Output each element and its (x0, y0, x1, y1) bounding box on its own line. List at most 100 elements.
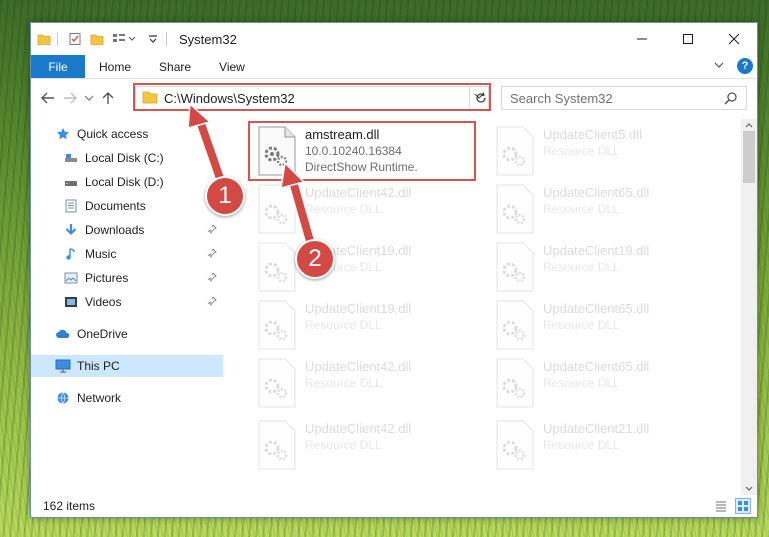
file-item[interactable]: UpdateClient21.dll Resource DLL (485, 417, 715, 473)
pin-icon[interactable] (207, 224, 217, 237)
sidebar-item-local-disk-c[interactable]: Local Disk (C:) (31, 147, 223, 169)
properties-icon[interactable] (66, 30, 84, 48)
navigation-pane: Quick access Local Disk (C:) Local Disk … (31, 119, 227, 489)
sidebar-item-pictures[interactable]: Pictures (31, 267, 223, 289)
status-bar: 162 items (31, 495, 757, 517)
sidebar-item-network[interactable]: Network (31, 387, 223, 409)
window-controls (619, 23, 757, 55)
sidebar-item-local-disk-d[interactable]: Local Disk (D:) (31, 171, 223, 193)
quick-access-dropdown-icon[interactable] (144, 30, 162, 48)
documents-icon (63, 198, 79, 214)
tab-share[interactable]: Share (145, 55, 205, 78)
forward-button[interactable] (59, 87, 81, 109)
file-name: UpdateClient42.dll (305, 359, 412, 374)
tab-file[interactable]: File (31, 55, 85, 78)
sidebar-item-this-pc[interactable]: This PC (31, 355, 223, 377)
dll-file-icon (258, 300, 296, 350)
dll-file-icon (496, 420, 534, 470)
network-icon (55, 390, 71, 406)
vertical-scrollbar[interactable] (741, 119, 757, 495)
file-name: UpdateClient5.dll (543, 127, 643, 142)
file-item[interactable]: UpdateClient65.dll Resource DLL (485, 297, 715, 353)
file-item[interactable]: UpdateClient65.dll Resource DLL (485, 355, 715, 411)
ribbon-right-controls: ? (713, 58, 753, 74)
tab-view[interactable]: View (205, 55, 259, 78)
music-icon (63, 246, 79, 262)
close-button[interactable] (711, 23, 757, 55)
star-icon (55, 126, 71, 142)
highlight-box-file (248, 121, 476, 181)
file-description: Resource DLL (543, 376, 620, 390)
file-description: Resource DLL (543, 144, 620, 158)
search-input[interactable] (510, 87, 720, 109)
window-title: System32 (179, 31, 237, 47)
sidebar-item-music[interactable]: Music (31, 243, 223, 265)
scroll-down-icon[interactable] (741, 483, 757, 495)
customize-toolbar-icon[interactable] (110, 30, 140, 48)
file-item[interactable]: UpdateClient5.dll Resource DLL (485, 123, 715, 179)
view-switcher (713, 498, 751, 514)
file-description: Resource DLL (543, 260, 620, 274)
annotation-badge-2: 2 (295, 239, 335, 279)
file-description: Resource DLL (305, 318, 382, 332)
expand-ribbon-icon[interactable] (713, 59, 725, 73)
pin-icon[interactable] (207, 272, 217, 285)
file-item[interactable]: UpdateClient42.dll Resource DLL (247, 181, 477, 237)
dll-file-icon (496, 300, 534, 350)
pictures-icon (63, 270, 79, 286)
file-name: UpdateClient21.dll (543, 421, 650, 436)
file-description: Resource DLL (543, 202, 620, 216)
cloud-icon (55, 326, 71, 342)
minimize-button[interactable] (619, 23, 665, 55)
file-item[interactable]: UpdateClient19.dll Resource DLL (247, 297, 477, 353)
divider (57, 32, 58, 46)
back-button[interactable] (37, 87, 59, 109)
file-name: UpdateClient65.dll (543, 301, 650, 316)
item-count: 162 items (43, 499, 96, 513)
sidebar-item-videos[interactable]: Videos (31, 291, 223, 313)
monitor-icon (55, 358, 71, 374)
file-name: UpdateClient65.dll (543, 185, 650, 200)
scrollbar-thumb[interactable] (743, 131, 755, 183)
help-icon[interactable]: ? (737, 58, 753, 74)
annotation-badge-1: 1 (205, 176, 245, 216)
pin-icon[interactable] (207, 248, 217, 261)
highlight-box-address (133, 83, 491, 111)
file-description: Resource DLL (543, 318, 620, 332)
up-button[interactable] (97, 87, 119, 109)
file-list: amstream.dll 10.0.10240.16384 DirectShow… (241, 119, 741, 489)
folder-icon (35, 30, 53, 48)
sidebar-item-documents[interactable]: Documents (31, 195, 223, 217)
sidebar-item-onedrive[interactable]: OneDrive (31, 323, 223, 345)
recent-locations-icon[interactable] (81, 87, 97, 109)
file-description: Resource DLL (305, 376, 382, 390)
file-name: UpdateClient65.dll (543, 359, 650, 374)
download-icon (63, 222, 79, 238)
dll-file-icon (496, 184, 534, 234)
file-name: UpdateClient19.dll (543, 243, 650, 258)
file-item[interactable]: UpdateClient65.dll Resource DLL (485, 181, 715, 237)
dll-file-icon (258, 184, 296, 234)
pin-icon[interactable] (207, 296, 217, 309)
videos-icon (63, 294, 79, 310)
dll-file-icon (496, 242, 534, 292)
maximize-button[interactable] (665, 23, 711, 55)
dll-file-icon (258, 420, 296, 470)
drive-icon (63, 150, 79, 166)
file-description: Resource DLL (543, 438, 620, 452)
file-name: UpdateClient42.dll (305, 185, 412, 200)
file-item[interactable]: UpdateClient42.dll Resource DLL (247, 417, 477, 473)
large-icons-view-icon[interactable] (735, 498, 751, 514)
search-box (501, 86, 747, 110)
file-item[interactable]: UpdateClient42.dll Resource DLL (247, 355, 477, 411)
tab-home[interactable]: Home (85, 55, 145, 78)
dll-file-icon (496, 126, 534, 176)
scroll-up-icon[interactable] (741, 119, 757, 131)
sidebar-item-downloads[interactable]: Downloads (31, 219, 223, 241)
details-view-icon[interactable] (713, 498, 729, 514)
file-item[interactable]: UpdateClient19.dll Resource DLL (247, 239, 477, 295)
search-icon[interactable] (724, 91, 738, 108)
file-item[interactable]: UpdateClient19.dll Resource DLL (485, 239, 715, 295)
new-folder-icon[interactable] (88, 30, 106, 48)
sidebar-item-quick-access[interactable]: Quick access (31, 123, 223, 145)
